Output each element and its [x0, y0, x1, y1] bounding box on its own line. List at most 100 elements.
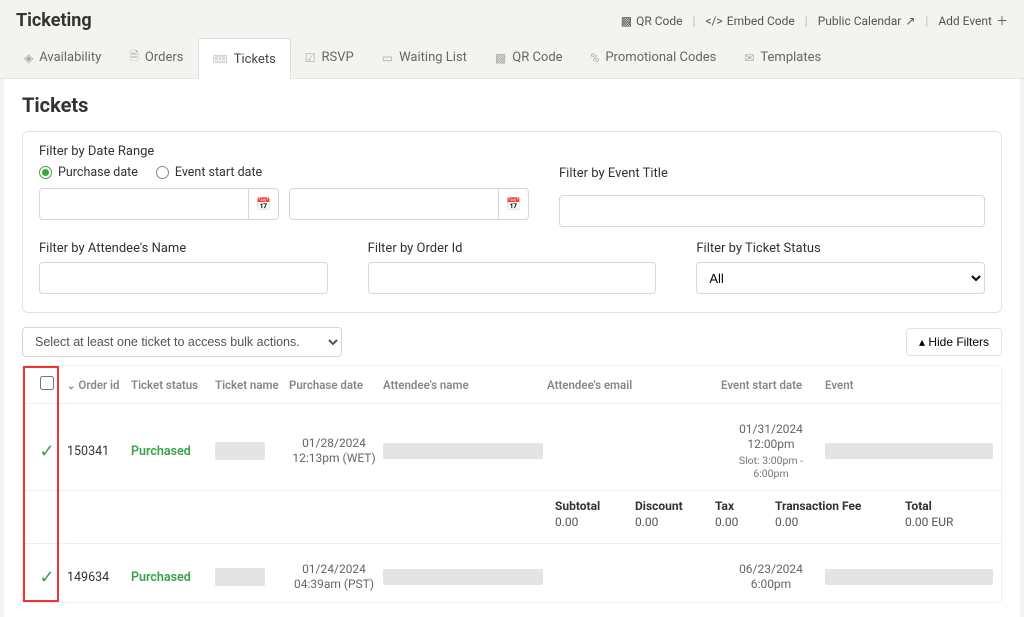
attendee-name-input[interactable]	[39, 262, 328, 294]
rsvp-icon: ☑	[305, 51, 316, 65]
radio-dot-icon	[39, 166, 52, 179]
check-icon: ✓	[31, 567, 63, 588]
section-title: Tickets	[22, 93, 1002, 117]
date-to-input[interactable]	[290, 197, 498, 212]
redacted-block	[383, 569, 543, 585]
tab-label: Promotional Codes	[605, 50, 716, 65]
qr-code-link[interactable]: ▩ QR Code	[621, 14, 683, 28]
plus-icon: ＋	[996, 12, 1008, 29]
tax-label: Tax	[715, 499, 765, 513]
separator: |	[693, 14, 696, 28]
tab-label: Waiting List	[399, 50, 467, 65]
table-row[interactable]: ✓ 150341 Purchased 01/28/2024 12:13pm (W…	[23, 404, 1001, 491]
total-label: Total	[905, 499, 985, 513]
redacted-block	[383, 443, 543, 459]
hide-filters-label: Hide Filters	[928, 335, 989, 349]
purchase-date-cell: 01/28/2024 12:13pm (WET)	[289, 436, 379, 466]
separator: |	[805, 14, 808, 28]
col-event[interactable]: Event	[825, 378, 993, 392]
redacted-block	[825, 569, 993, 585]
order-id-label: Filter by Order Id	[368, 241, 657, 256]
totals-row: Subtotal 0.00 Discount 0.00 Tax 0.00 Tra…	[23, 491, 1001, 544]
tab-promo[interactable]: % Promotional Codes	[577, 37, 731, 78]
total-value: 0.00 EUR	[905, 515, 985, 529]
redacted-block	[215, 442, 265, 460]
fee-value: 0.00	[775, 515, 895, 529]
date-to-wrap: 📅	[289, 188, 529, 220]
col-purchase-date[interactable]: Purchase date	[289, 378, 379, 392]
tab-label: Templates	[760, 50, 821, 65]
tab-tickets[interactable]: 🎟 Tickets	[198, 38, 291, 79]
qrcode-icon: ▩	[495, 51, 506, 65]
subtotal-value: 0.00	[555, 515, 625, 529]
chevron-up-icon: ▴	[919, 335, 925, 349]
bulk-actions-select[interactable]: Select at least one ticket to access bul…	[22, 327, 342, 357]
tax-value: 0.00	[715, 515, 765, 529]
radio-event-start-date[interactable]: Event start date	[156, 165, 262, 180]
tabs-nav: ◈ Availability 🗎 Orders 🎟 Tickets ☑ RSVP…	[0, 37, 1024, 79]
tab-label: Tickets	[234, 52, 276, 67]
order-id-cell: 149634	[67, 570, 127, 585]
fee-label: Transaction Fee	[775, 499, 895, 513]
event-title-input[interactable]	[559, 195, 985, 227]
order-id-input[interactable]	[368, 262, 657, 294]
col-event-start[interactable]: Event start date	[721, 378, 821, 392]
event-start-cell: 06/23/2024 6:00pm	[721, 562, 821, 592]
calendar-icon[interactable]: 📅	[248, 189, 278, 219]
add-event-link[interactable]: Add Event ＋	[938, 12, 1008, 29]
radio-purchase-date[interactable]: Purchase date	[39, 165, 138, 180]
calendar-icon[interactable]: 📅	[498, 189, 528, 219]
radio-label: Event start date	[175, 165, 262, 180]
col-order-id[interactable]: Order id	[67, 378, 127, 392]
date-range-label: Filter by Date Range	[39, 144, 529, 159]
external-link-icon: ↗	[905, 14, 915, 28]
select-all-checkbox[interactable]	[40, 376, 54, 390]
tab-label: Orders	[145, 50, 184, 65]
public-calendar-link[interactable]: Public Calendar ↗	[818, 14, 916, 28]
tab-waiting-list[interactable]: ▭ Waiting List	[368, 37, 481, 78]
date-from-wrap: 📅	[39, 188, 279, 220]
attendee-name-label: Filter by Attendee's Name	[39, 241, 328, 256]
add-event-label: Add Event	[938, 14, 992, 28]
separator: |	[925, 14, 928, 28]
qr-icon: ▩	[621, 14, 632, 28]
hide-filters-button[interactable]: ▴ Hide Filters	[906, 328, 1002, 356]
status-cell: Purchased	[131, 444, 211, 459]
tab-rsvp[interactable]: ☑ RSVP	[291, 37, 368, 78]
code-icon: </>	[705, 14, 722, 28]
tab-qrcode[interactable]: ▩ QR Code	[481, 37, 577, 78]
check-icon: ✓	[31, 441, 63, 462]
radio-label: Purchase date	[58, 165, 138, 180]
col-ticket-name[interactable]: Ticket name	[215, 378, 285, 392]
templates-icon: ✉	[744, 51, 754, 65]
ticket-status-label: Filter by Ticket Status	[696, 241, 985, 256]
order-id-cell: 150341	[67, 444, 127, 459]
tickets-icon: 🎟	[213, 52, 228, 66]
redacted-block	[215, 568, 265, 586]
table-row[interactable]: ✓ 149634 Purchased 01/24/2024 04:39am (P…	[23, 544, 1001, 602]
page-heading: Ticketing	[16, 10, 92, 31]
date-from-input[interactable]	[40, 197, 248, 212]
embed-code-link[interactable]: </> Embed Code	[705, 14, 794, 28]
tab-availability[interactable]: ◈ Availability	[10, 37, 115, 78]
status-cell: Purchased	[131, 570, 211, 585]
qr-code-label: QR Code	[636, 14, 682, 28]
promo-icon: %	[591, 51, 600, 65]
redacted-block	[825, 443, 993, 459]
col-status[interactable]: Ticket status	[131, 378, 211, 392]
purchase-date-cell: 01/24/2024 04:39am (PST)	[289, 562, 379, 592]
ticket-status-select[interactable]: All	[696, 262, 985, 294]
embed-code-label: Embed Code	[727, 14, 795, 28]
waiting-icon: ▭	[382, 51, 393, 65]
tab-orders[interactable]: 🗎 Orders	[115, 37, 197, 78]
tab-label: Availability	[39, 50, 101, 65]
public-calendar-label: Public Calendar	[818, 14, 902, 28]
discount-label: Discount	[635, 499, 705, 513]
availability-icon: ◈	[24, 51, 33, 65]
col-attendee-name[interactable]: Attendee's name	[383, 378, 543, 392]
col-attendee-email[interactable]: Attendee's email	[547, 378, 717, 392]
discount-value: 0.00	[635, 515, 705, 529]
tab-templates[interactable]: ✉ Templates	[730, 37, 835, 78]
radio-dot-icon	[156, 166, 169, 179]
filter-box: Filter by Date Range Purchase date Event…	[22, 131, 1002, 313]
